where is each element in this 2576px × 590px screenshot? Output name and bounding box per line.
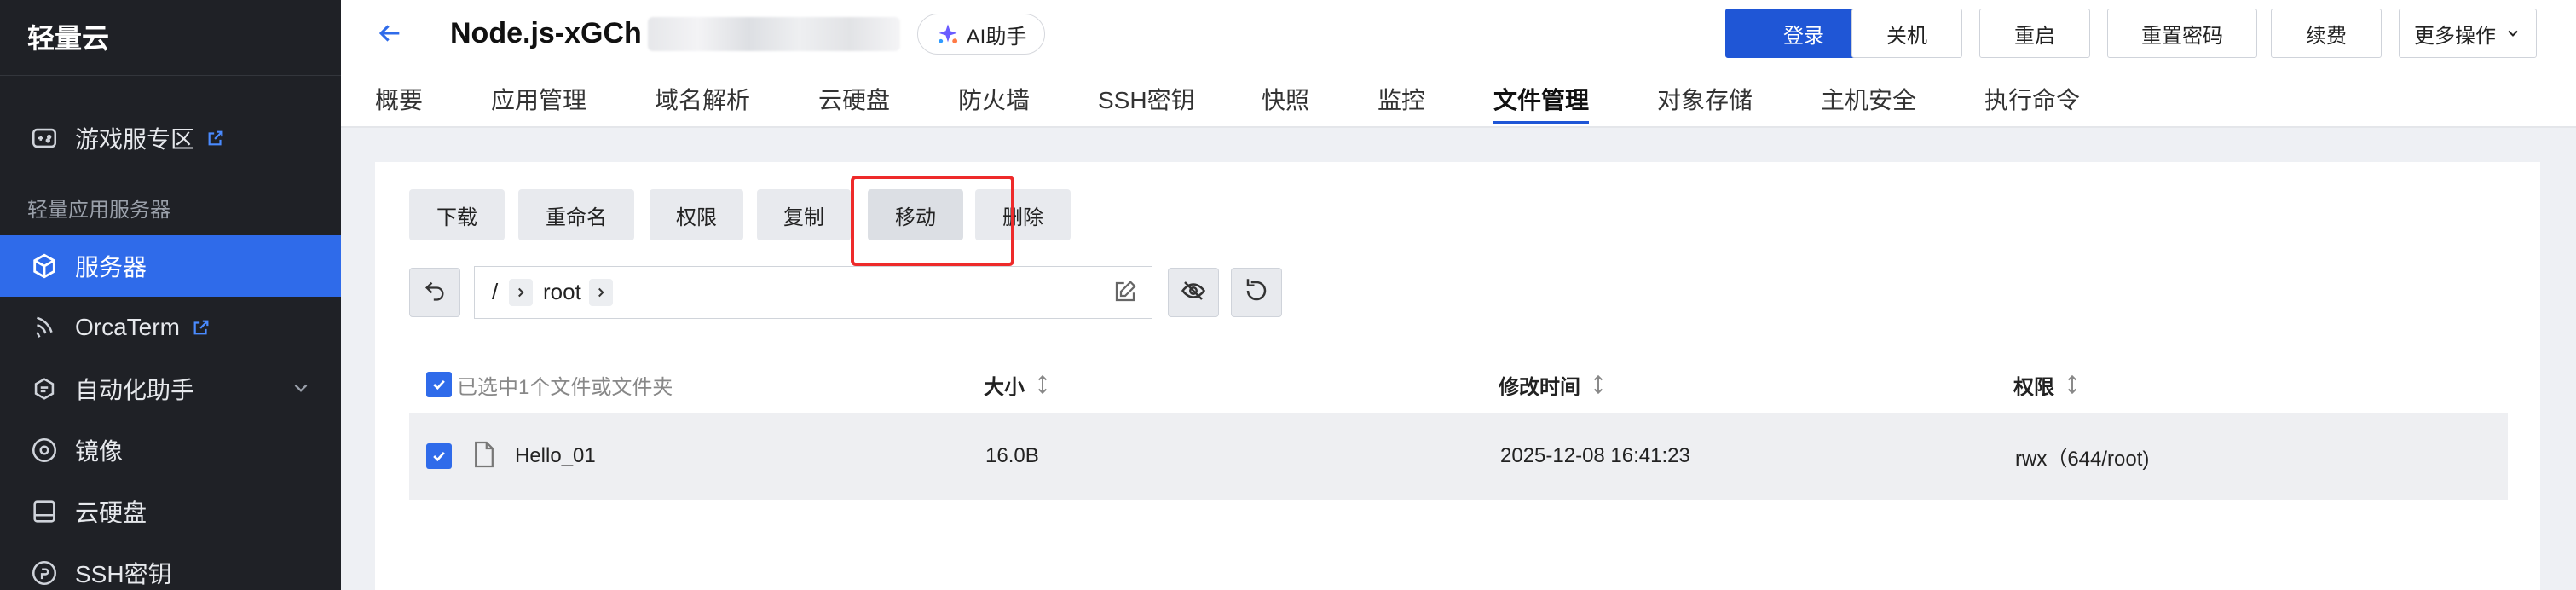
sidebar-item-ssh-key[interactable]: SSH密钥 [0,542,341,590]
sidebar-item-label: 镜像 [75,438,124,465]
sidebar-divider [0,75,341,76]
sidebar-item-label: 服务器 [75,254,147,281]
sidebar-item-orcaterm[interactable]: OrcaTerm [0,297,341,358]
breadcrumb-root[interactable]: / [492,279,498,305]
permissions-button[interactable]: 权限 [650,189,743,240]
download-button[interactable]: 下载 [409,189,505,240]
sidebar: 轻量云 游戏服专区 轻量应用服务器 服务器 OrcaTerm 自动化助手 镜像 … [0,0,341,590]
file-name[interactable]: Hello_01 [515,413,596,500]
external-link-icon [192,318,211,337]
image-disc-icon [27,433,61,467]
sidebar-item-label: OrcaTerm [75,314,180,340]
file-size: 16.0B [985,444,1039,467]
select-all-checkbox[interactable] [426,372,452,397]
gamepad-icon [27,121,61,155]
back-arrow-icon[interactable] [375,19,404,52]
file-icon [472,440,496,473]
tab-cloud-disk[interactable]: 云硬盘 [818,82,890,128]
file-manager-panel: 下载 重命名 权限 复制 移动 删除 / root 已选中1个文件或文件夹 大小… [375,162,2540,590]
tab-file-management[interactable]: 文件管理 [1493,82,1590,128]
column-modified-time[interactable]: 修改时间 [1499,358,1606,411]
column-label: 修改时间 [1499,375,1580,399]
copy-button[interactable]: 复制 [757,189,851,240]
chevron-right-icon[interactable] [509,279,533,306]
eye-off-icon [1181,278,1206,308]
sort-icon [2065,373,2080,396]
restart-button[interactable]: 重启 [1979,9,2090,58]
ai-assistant-label: AI助手 [966,25,1027,49]
move-button[interactable]: 移动 [868,189,963,240]
sort-icon [1035,373,1050,396]
server-cube-icon [27,249,61,283]
tab-domain[interactable]: 域名解析 [655,82,750,128]
tab-run-command[interactable]: 执行命令 [1984,82,2080,128]
shutdown-button[interactable]: 关机 [1851,9,1962,58]
more-actions-button[interactable]: 更多操作 [2399,9,2537,58]
reset-password-button[interactable]: 重置密码 [2107,9,2257,58]
terminal-icon [27,310,61,344]
column-permission[interactable]: 权限 [2013,358,2080,411]
chevron-down-icon [290,377,312,405]
breadcrumb-folder[interactable]: root [543,279,581,305]
sidebar-section-label: 轻量应用服务器 [27,199,170,222]
tab-ssh-key[interactable]: SSH密钥 [1098,82,1195,128]
sidebar-item-game-zone[interactable]: 游戏服专区 [0,107,341,169]
page-title: Node.js-xGCh [450,17,642,49]
key-icon [27,556,61,590]
tab-overview[interactable]: 概要 [375,82,423,128]
tab-snapshot[interactable]: 快照 [1262,82,1309,128]
tab-app-management[interactable]: 应用管理 [491,82,586,128]
sidebar-item-image[interactable]: 镜像 [0,419,341,481]
sidebar-item-label: 自动化助手 [75,377,195,403]
ai-assistant-button[interactable]: AI助手 [917,14,1045,55]
sidebar-item-label: SSH密钥 [75,561,172,587]
brand-title: 轻量云 [27,23,110,54]
chevron-right-icon[interactable] [589,279,613,306]
sidebar-item-cloud-disk[interactable]: 云硬盘 [0,481,341,542]
sidebar-item-server[interactable]: 服务器 [0,235,341,297]
rename-button[interactable]: 重命名 [518,189,634,240]
external-link-icon [206,129,225,148]
disk-icon [27,495,61,529]
toggle-hidden-button[interactable] [1168,268,1219,317]
table-header: 已选中1个文件或文件夹 大小 修改时间 权限 [409,358,2508,411]
tab-object-storage[interactable]: 对象存储 [1657,82,1753,128]
column-size[interactable]: 大小 [984,358,1050,411]
refresh-button[interactable] [1231,268,1282,317]
tab-monitoring[interactable]: 监控 [1378,82,1425,128]
chevron-down-icon [2504,25,2521,42]
tab-firewall[interactable]: 防火墙 [958,82,1030,128]
column-label: 大小 [984,375,1025,399]
header-divider [341,126,2576,128]
tab-host-security[interactable]: 主机安全 [1821,82,1916,128]
more-actions-label: 更多操作 [2414,24,2496,48]
ai-sparkle-icon [936,22,960,46]
sort-icon [1591,373,1606,396]
path-breadcrumb[interactable]: / root [474,266,1152,319]
blurred-instance-id [648,17,900,51]
path-back-button[interactable] [409,268,460,317]
refresh-icon [1244,278,1269,308]
file-permission: rwx（644/root) [2015,447,2150,471]
renew-button[interactable]: 续费 [2271,9,2382,58]
selection-count-text: 已选中1个文件或文件夹 [457,375,673,399]
automation-icon [27,372,61,406]
sidebar-item-automation[interactable]: 自动化助手 [0,358,341,419]
sidebar-item-label: 云硬盘 [75,500,147,526]
delete-button[interactable]: 删除 [975,189,1071,240]
file-modified-time: 2025-12-08 16:41:23 [1500,444,1690,467]
edit-path-icon[interactable] [1112,279,1138,309]
table-row[interactable]: Hello_01 16.0B 2025-12-08 16:41:23 rwx（6… [409,413,2508,500]
sidebar-item-label: 游戏服专区 [75,126,195,153]
undo-arrow-icon [423,279,447,307]
row-checkbox[interactable] [426,443,452,469]
column-label: 权限 [2013,375,2054,399]
